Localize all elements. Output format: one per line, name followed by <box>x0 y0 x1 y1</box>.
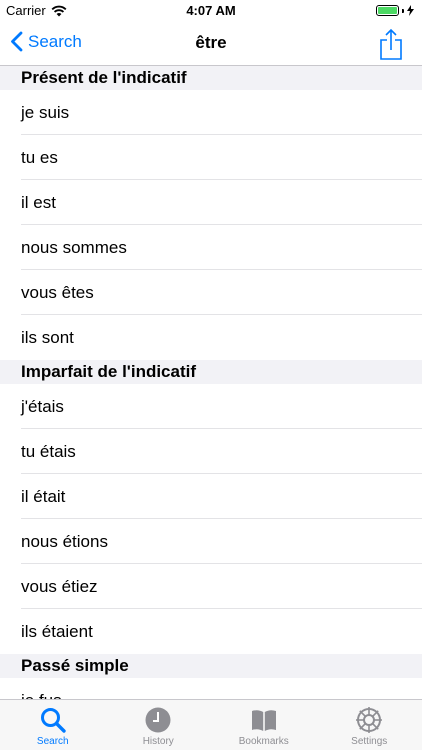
list-item[interactable]: nous étions <box>0 519 422 564</box>
list-item[interactable]: je suis <box>0 90 422 135</box>
tab-search[interactable]: Search <box>0 700 106 750</box>
book-icon <box>251 710 276 731</box>
tab-history[interactable]: History <box>106 700 212 750</box>
share-icon[interactable] <box>378 28 404 60</box>
list-item[interactable]: tu es <box>0 135 422 180</box>
list-item[interactable]: tu étais <box>0 429 422 474</box>
tab-label: Bookmarks <box>238 736 289 747</box>
section-header-passe-simple: Passé simple <box>0 654 422 678</box>
list-item[interactable]: ils étaient <box>0 609 422 654</box>
list-item[interactable]: j'étais <box>0 384 422 429</box>
section-header-imparfait: Imparfait de l'indicatif <box>0 360 422 384</box>
status-bar: Carrier 4:07 AM <box>0 0 422 22</box>
clock-icon <box>145 707 171 733</box>
tab-label: History <box>142 736 174 747</box>
navigation-bar: Search être <box>0 22 422 66</box>
gear-icon <box>356 707 383 733</box>
tab-bookmarks[interactable]: Bookmarks <box>211 700 317 750</box>
page-title: être <box>195 33 227 52</box>
battery-icon <box>376 5 414 16</box>
section-header-present: Présent de l'indicatif <box>0 66 422 90</box>
list-item[interactable]: nous sommes <box>0 225 422 270</box>
charging-icon <box>407 5 414 16</box>
list-item[interactable]: il était <box>0 474 422 519</box>
tab-label: Search <box>36 736 69 747</box>
conjugation-list[interactable]: Présent de l'indicatif je suis tu es il … <box>0 66 422 699</box>
tab-label: Settings <box>351 736 388 747</box>
list-item[interactable]: il est <box>0 180 422 225</box>
list-item[interactable]: vous étiez <box>0 564 422 609</box>
status-time: 4:07 AM <box>186 3 236 18</box>
tab-bar: Search History Bookmarks Settings <box>0 699 422 750</box>
list-item[interactable]: vous êtes <box>0 270 422 315</box>
search-icon <box>40 708 66 733</box>
tab-settings[interactable]: Settings <box>317 700 422 750</box>
list-item[interactable]: je fus <box>0 678 422 699</box>
list-item[interactable]: ils sont <box>0 315 422 360</box>
